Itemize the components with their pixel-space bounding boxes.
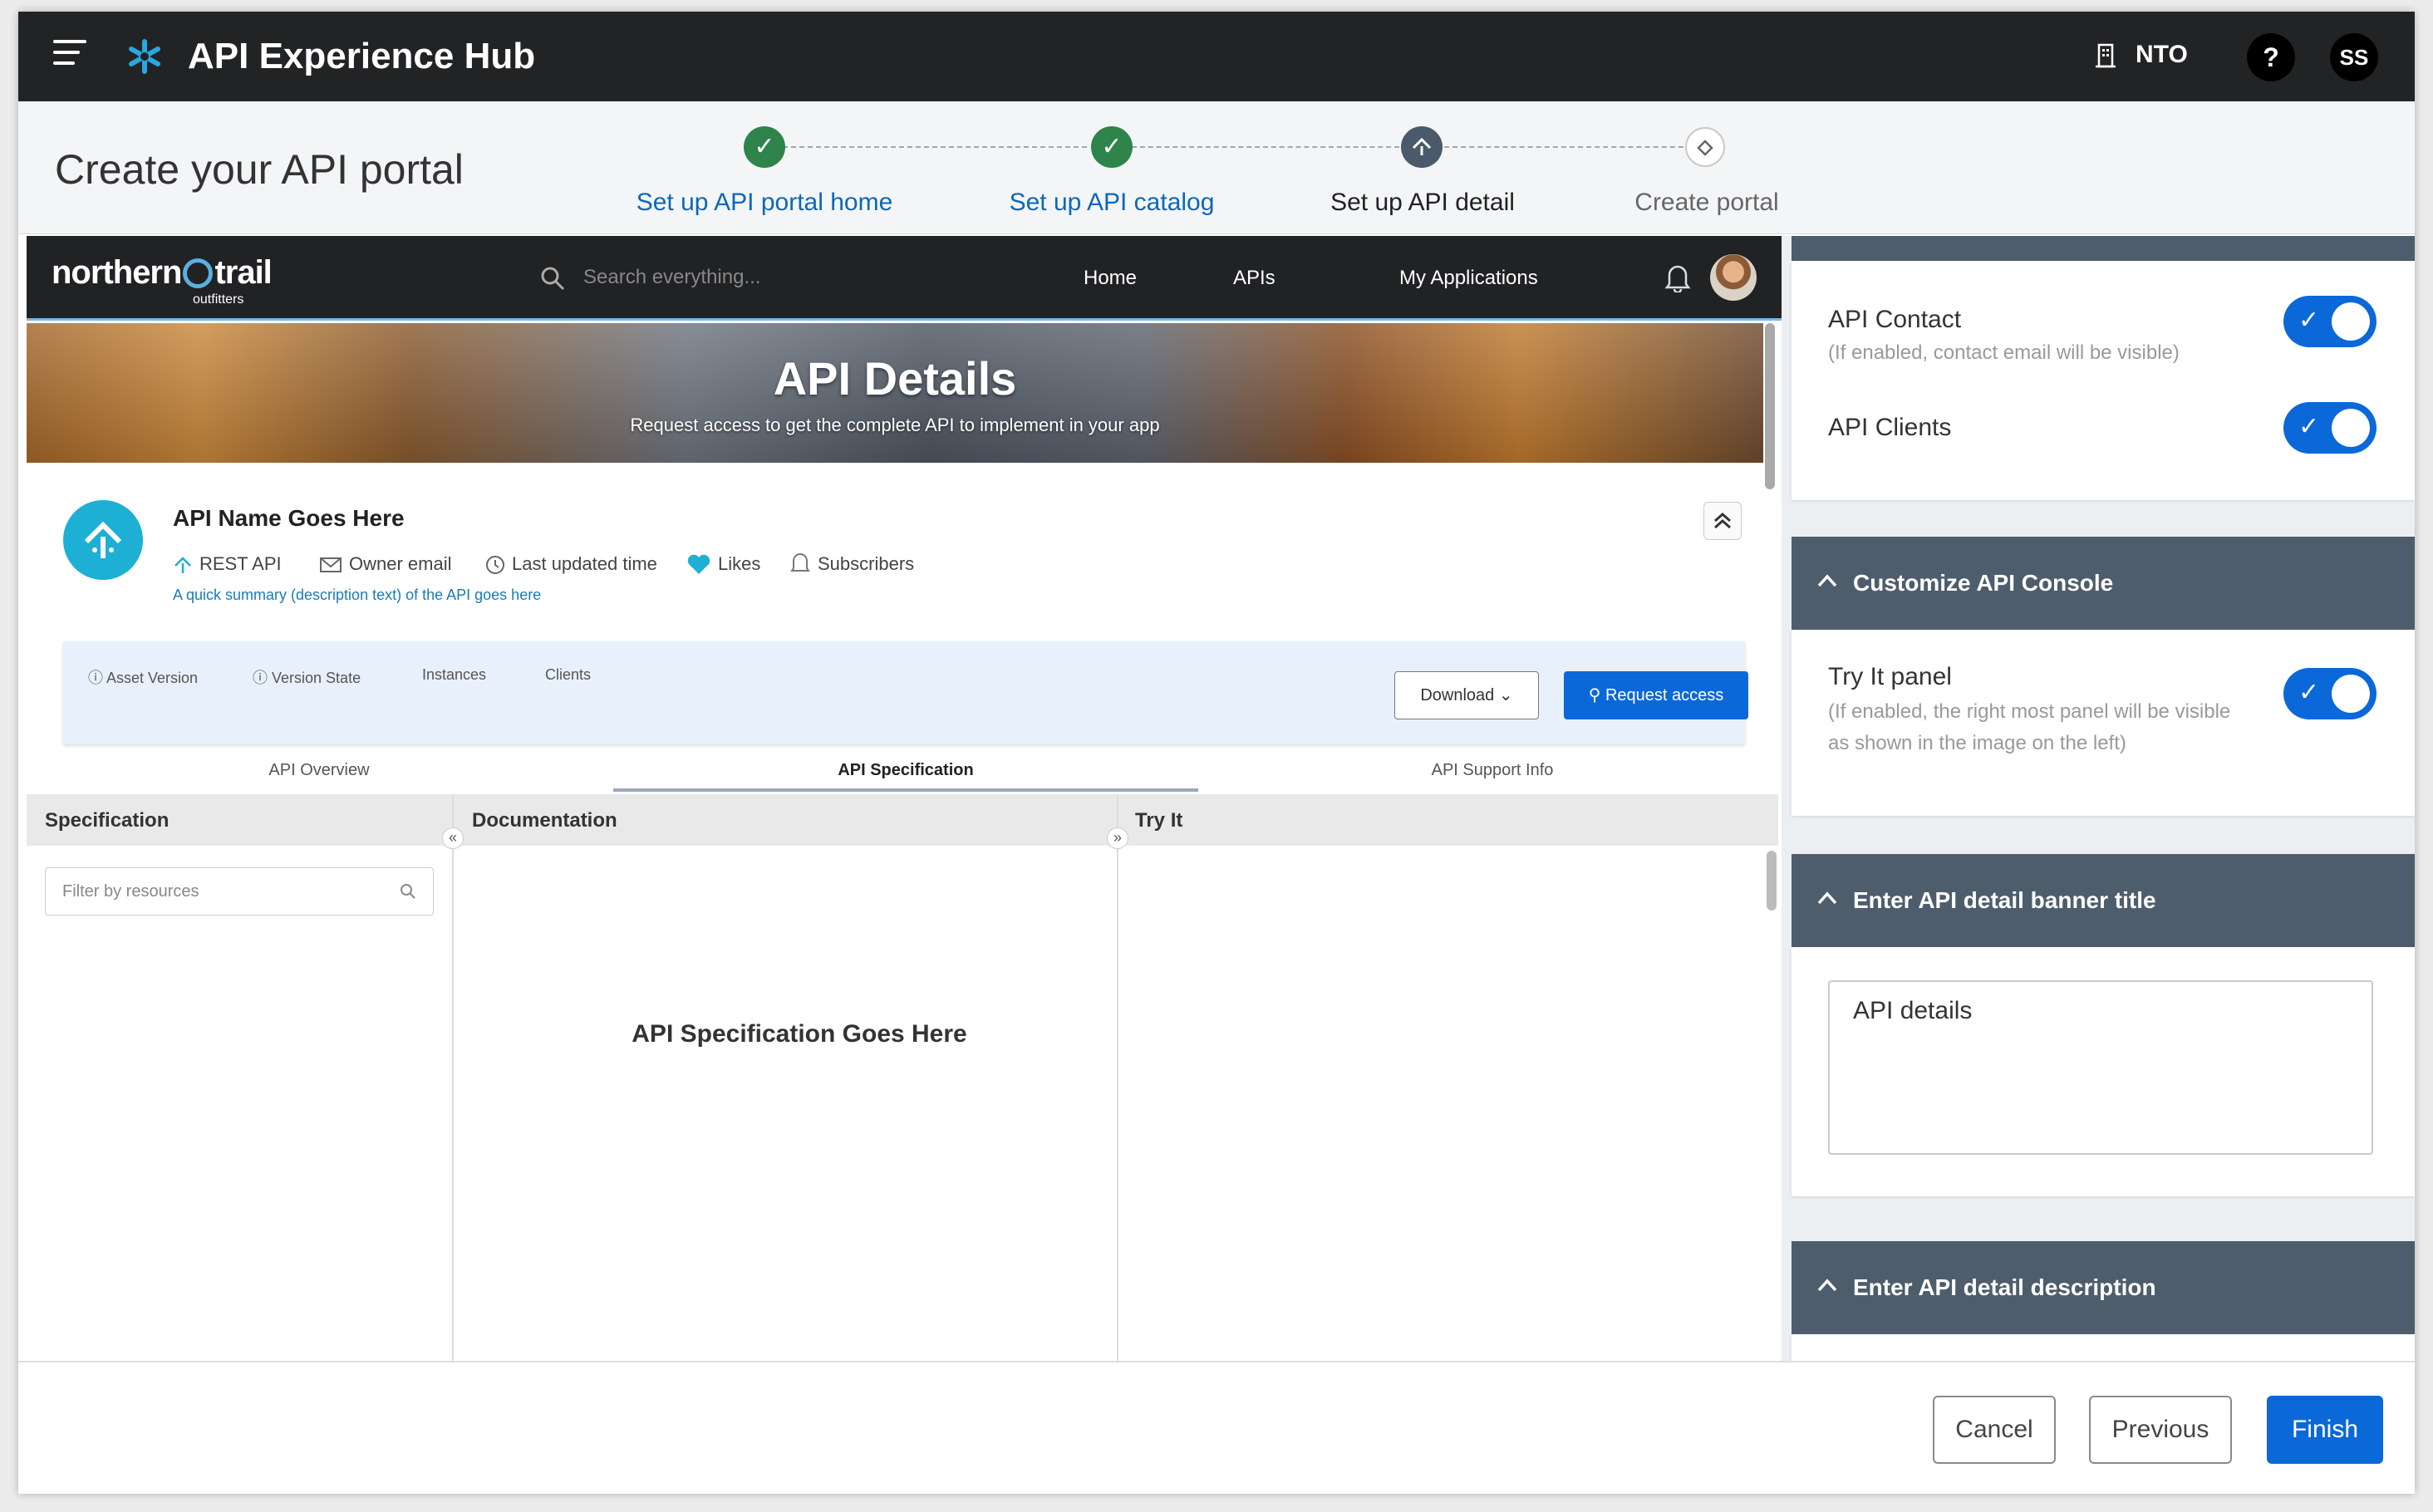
banner-title: API Details <box>773 352 1017 405</box>
try-it-hint: (If enabled, the right most panel will b… <box>1828 700 2231 754</box>
col-documentation: Documentation <box>472 809 617 832</box>
api-summary: A quick summary (description text) of th… <box>173 587 542 603</box>
step-2-label[interactable]: Set up API catalog <box>1010 184 1215 221</box>
wizard-footer: Cancel Previous Finish <box>18 1361 2415 1494</box>
section-customize-console[interactable]: Customize API Console <box>1792 537 2415 630</box>
section-banner-title[interactable]: Enter API detail banner title <box>1792 854 2415 947</box>
column-divider <box>452 794 454 1361</box>
nav-my-applications[interactable]: My Applications <box>1399 263 1538 294</box>
download-button[interactable]: Download ⌄ <box>1394 671 1539 719</box>
console-card: Try It panel (If enabled, the right most… <box>1792 630 2415 816</box>
bell-outline-icon <box>790 553 810 572</box>
api-name: API Name Goes Here <box>173 505 405 531</box>
banner-title-card: API details <box>1792 947 2415 1196</box>
meta-last-updated: Last updated time <box>485 552 657 577</box>
building-icon <box>2096 43 2116 68</box>
step-2-check-icon: ✓ <box>1091 126 1133 168</box>
try-it-toggle[interactable]: ✓ <box>2283 668 2376 719</box>
app-window: API Experience Hub NTO ? SS Create your … <box>18 12 2415 1494</box>
org-switcher[interactable]: NTO <box>2136 37 2188 73</box>
tab-api-specification[interactable]: API Specification <box>838 761 973 780</box>
preview-scrollbar[interactable] <box>1765 323 1775 489</box>
section-description[interactable]: Enter API detail description <box>1792 1241 2415 1334</box>
step-4-pending-icon <box>1685 127 1725 167</box>
api-contact-label: API Contact <box>1828 306 1962 333</box>
step-1-label[interactable]: Set up API portal home <box>637 184 893 221</box>
api-type-icon <box>174 557 191 573</box>
finish-button[interactable]: Finish <box>2267 1396 2383 1464</box>
collapse-left-icon[interactable]: « <box>442 827 464 849</box>
api-icon <box>63 500 143 580</box>
step-3-current-icon <box>1401 126 1443 168</box>
top-bar: API Experience Hub NTO ? SS <box>18 12 2415 101</box>
try-it-label: Try It panel <box>1828 663 1952 690</box>
wizard-header: Create your API portal ✓ ✓ Set up API po… <box>18 101 2415 234</box>
preview-avatar[interactable] <box>1710 254 1757 301</box>
step-4-label: Create portal <box>1634 189 1779 216</box>
heart-icon <box>687 554 710 574</box>
step-connector <box>1444 146 1708 148</box>
version-state: ⓘ Version State <box>253 670 361 686</box>
api-contact-toggle[interactable]: ✓ <box>2283 296 2376 347</box>
meta-api-type: REST API <box>173 552 282 577</box>
app-title: API Experience Hub <box>188 36 536 76</box>
meta-likes[interactable]: Likes <box>686 552 760 577</box>
meta-subscribers: Subscribers <box>789 552 914 577</box>
page-title: Create your API portal <box>55 146 464 193</box>
asset-version: ⓘ Asset Version <box>88 670 199 686</box>
banner-title-input[interactable]: API details <box>1828 980 2373 1155</box>
spec-placeholder: API Specification Goes Here <box>632 1020 967 1048</box>
cancel-button[interactable]: Cancel <box>1933 1396 2056 1464</box>
portal-preview: northern trail outfitters Search everythi… <box>27 236 1782 1361</box>
step-connector <box>783 146 1087 148</box>
chevron-up-icon <box>1817 1279 1837 1292</box>
instances: Instances <box>422 666 487 683</box>
clients: Clients <box>545 666 592 683</box>
active-tab-underline <box>613 788 1198 792</box>
col-try-it: Try It <box>1135 809 1183 832</box>
app-logo-icon <box>129 39 160 74</box>
banner-image: API Details Request access to get the co… <box>27 323 1763 463</box>
preview-search-input[interactable]: Search everything... <box>583 263 760 292</box>
clock-icon <box>486 556 504 574</box>
bell-icon[interactable] <box>1664 263 1692 292</box>
description-card <box>1792 1334 2415 1361</box>
menu-icon[interactable] <box>53 40 86 73</box>
col-specification: Specification <box>45 809 170 832</box>
chevron-up-icon <box>1817 574 1837 587</box>
expand-right-icon[interactable]: » <box>1107 827 1128 849</box>
column-divider <box>1117 794 1118 1361</box>
api-clients-toggle[interactable]: ✓ <box>2283 402 2376 454</box>
collapse-button[interactable] <box>1703 502 1742 540</box>
filter-resources-input[interactable]: Filter by resources <box>45 867 434 916</box>
api-clients-label: API Clients <box>1828 414 1952 441</box>
user-avatar[interactable]: SS <box>2330 33 2378 81</box>
api-info-card: ⓘ Asset Version ⓘ Version State Instance… <box>63 641 1748 744</box>
console-columns-header: Specification Documentation Try It <box>27 794 1778 846</box>
tab-api-overview[interactable]: API Overview <box>268 761 369 780</box>
api-contact-hint: (If enabled, contact email will be visib… <box>1828 341 2180 364</box>
help-button[interactable]: ? <box>2247 33 2295 81</box>
step-3-label: Set up API detail <box>1330 189 1515 216</box>
meta-owner-email: Owner email <box>319 552 451 577</box>
filter-search-icon <box>401 884 415 899</box>
preview-navbar: northern trail outfitters Search everythi… <box>27 236 1782 321</box>
preview-scrollbar-2[interactable] <box>1767 851 1777 911</box>
step-1-check-icon: ✓ <box>744 126 785 168</box>
chevron-up-icon <box>1817 891 1837 905</box>
nav-home[interactable]: Home <box>1084 263 1137 294</box>
mail-icon <box>320 557 342 572</box>
tab-api-support-info[interactable]: API Support Info <box>1432 761 1554 780</box>
banner-subtitle: Request access to get the complete API t… <box>630 415 1160 435</box>
nav-apis[interactable]: APIs <box>1233 263 1275 294</box>
step-connector <box>1132 146 1399 148</box>
brand-logo: northern trail outfitters <box>52 254 273 307</box>
request-access-button[interactable]: ⚲ Request access <box>1564 671 1748 719</box>
previous-button[interactable]: Previous <box>2089 1396 2232 1464</box>
search-icon <box>541 267 565 291</box>
